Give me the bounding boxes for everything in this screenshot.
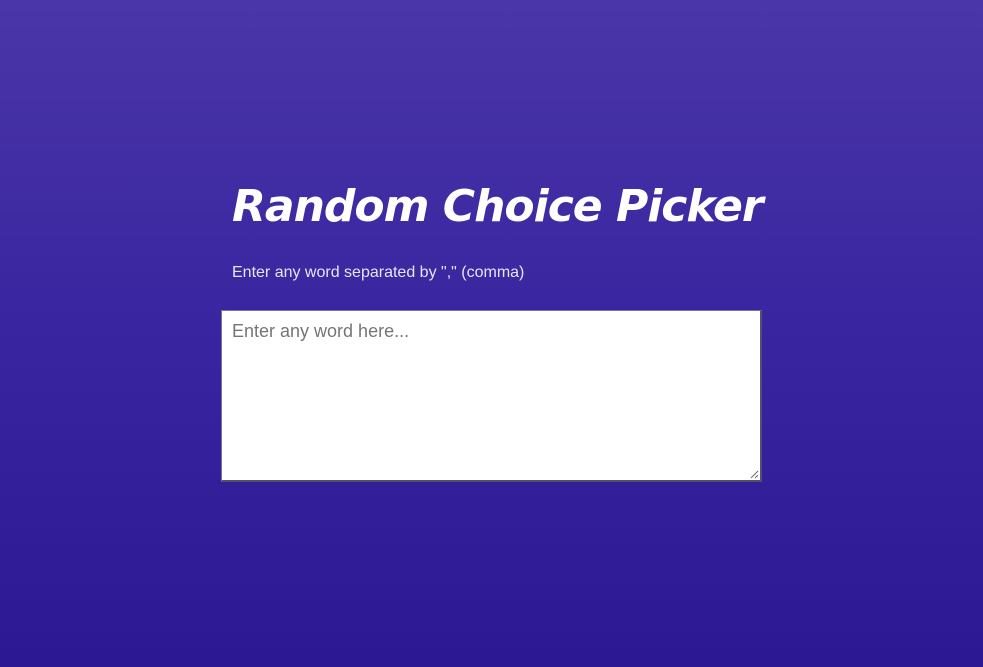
textarea-wrapper (221, 310, 762, 482)
resize-handle-icon[interactable] (750, 470, 759, 479)
choices-textarea[interactable] (221, 310, 762, 482)
page-title: Random Choice Picker (232, 181, 764, 232)
picker-container: Random Choice Picker Enter any word sepa… (221, 178, 764, 482)
instructions-text: Enter any word separated by "," (comma) (232, 264, 525, 281)
